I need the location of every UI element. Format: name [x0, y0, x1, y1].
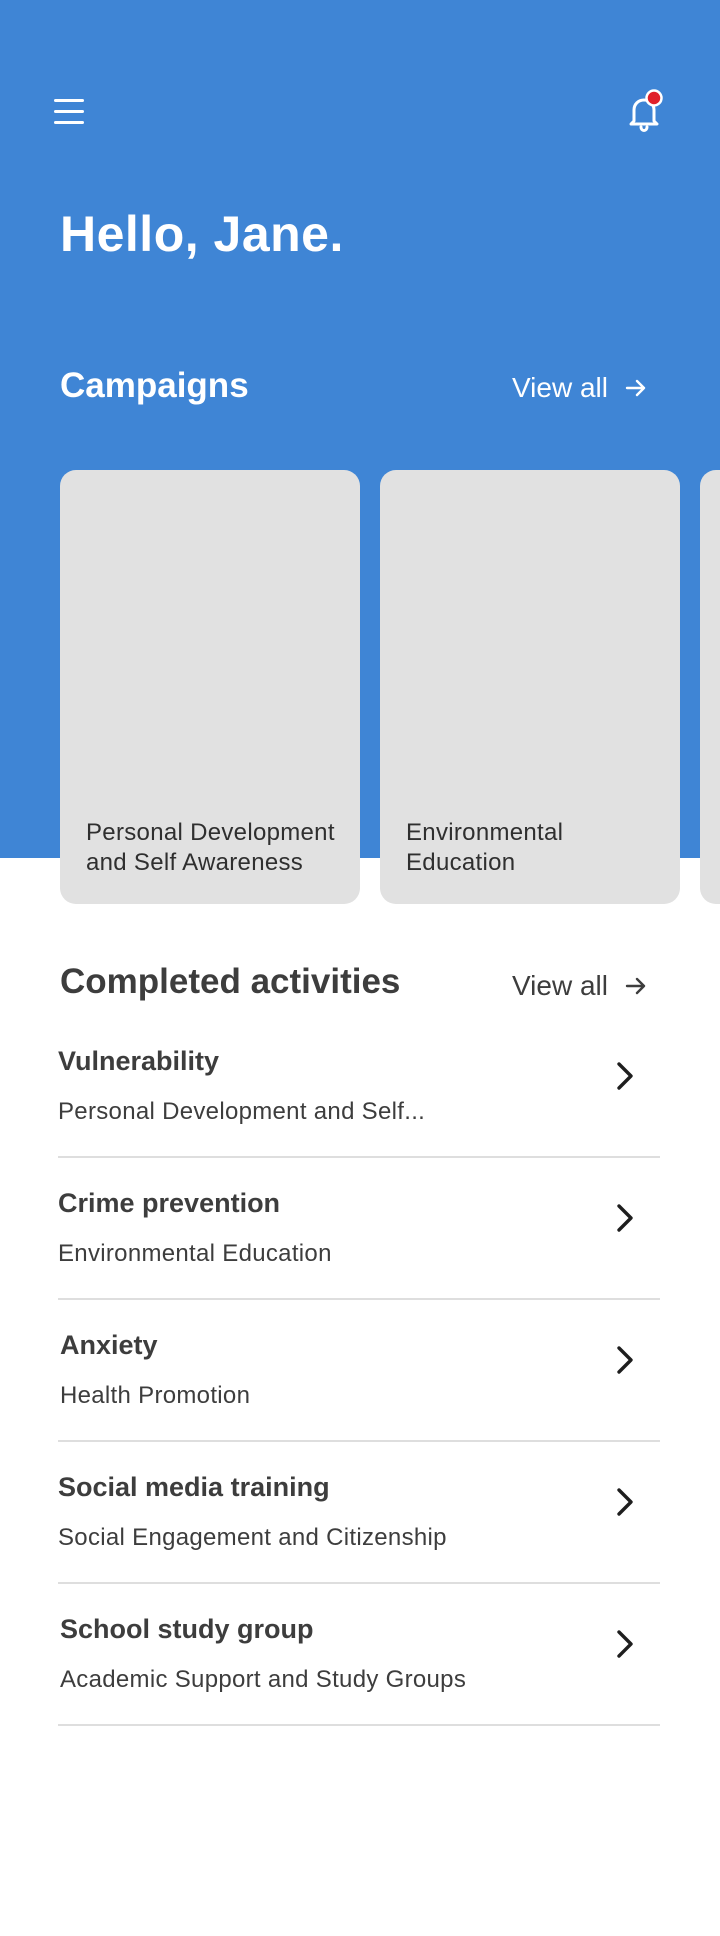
activity-subtitle: Personal Development and Self... — [58, 1098, 426, 1125]
campaign-card-label: Personal Development and Self Awareness — [86, 819, 335, 876]
chevron-right-icon — [617, 1062, 633, 1090]
chevron-right-icon — [617, 1488, 633, 1516]
activity-title: Vulnerability — [58, 1046, 220, 1076]
notification-dot — [645, 89, 663, 107]
activity-title: Anxiety — [60, 1330, 158, 1360]
activity-list-item[interactable]: Crime prevention Environmental Education — [58, 1158, 660, 1300]
campaign-card-label: Environmental Education — [406, 819, 564, 876]
chevron-right-icon — [617, 1630, 633, 1658]
campaigns-view-all-link[interactable]: View all — [512, 372, 648, 404]
activity-title: Crime prevention — [58, 1188, 281, 1218]
activity-list-item[interactable]: School study group Academic Support and … — [58, 1584, 660, 1726]
arrow-right-icon — [625, 379, 646, 397]
campaign-card[interactable] — [700, 470, 720, 904]
activity-subtitle: Environmental Education — [58, 1240, 332, 1267]
campaigns-title: Campaigns — [60, 366, 249, 405]
hamburger-menu-icon[interactable] — [40, 88, 100, 136]
activity-subtitle: Social Engagement and Citizenship — [58, 1524, 447, 1551]
activity-title: School study group — [60, 1614, 314, 1644]
activity-subtitle: Health Promotion — [60, 1382, 251, 1409]
view-all-label: View all — [512, 970, 608, 1001]
greeting-title: Hello, Jane. — [60, 206, 344, 262]
bell-icon — [629, 89, 663, 133]
activity-title: Social media training — [58, 1472, 330, 1502]
campaign-card[interactable]: Environmental Education — [380, 470, 680, 904]
chevron-right-icon — [617, 1346, 633, 1374]
activity-list-item[interactable]: Vulnerability Personal Development and S… — [58, 1016, 660, 1158]
notifications-button[interactable] — [616, 84, 672, 140]
campaign-card[interactable]: Personal Development and Self Awareness — [60, 470, 360, 904]
completed-activities-title: Completed activities — [60, 962, 401, 1001]
activity-subtitle: Academic Support and Study Groups — [60, 1666, 467, 1693]
arrow-right-icon — [625, 977, 646, 995]
activity-list-item[interactable]: Social media training Social Engagement … — [58, 1442, 660, 1584]
completed-view-all-link[interactable]: View all — [512, 970, 648, 1002]
view-all-label: View all — [512, 372, 608, 403]
activity-list-item[interactable]: Anxiety Health Promotion — [58, 1300, 660, 1442]
chevron-right-icon — [617, 1204, 633, 1232]
